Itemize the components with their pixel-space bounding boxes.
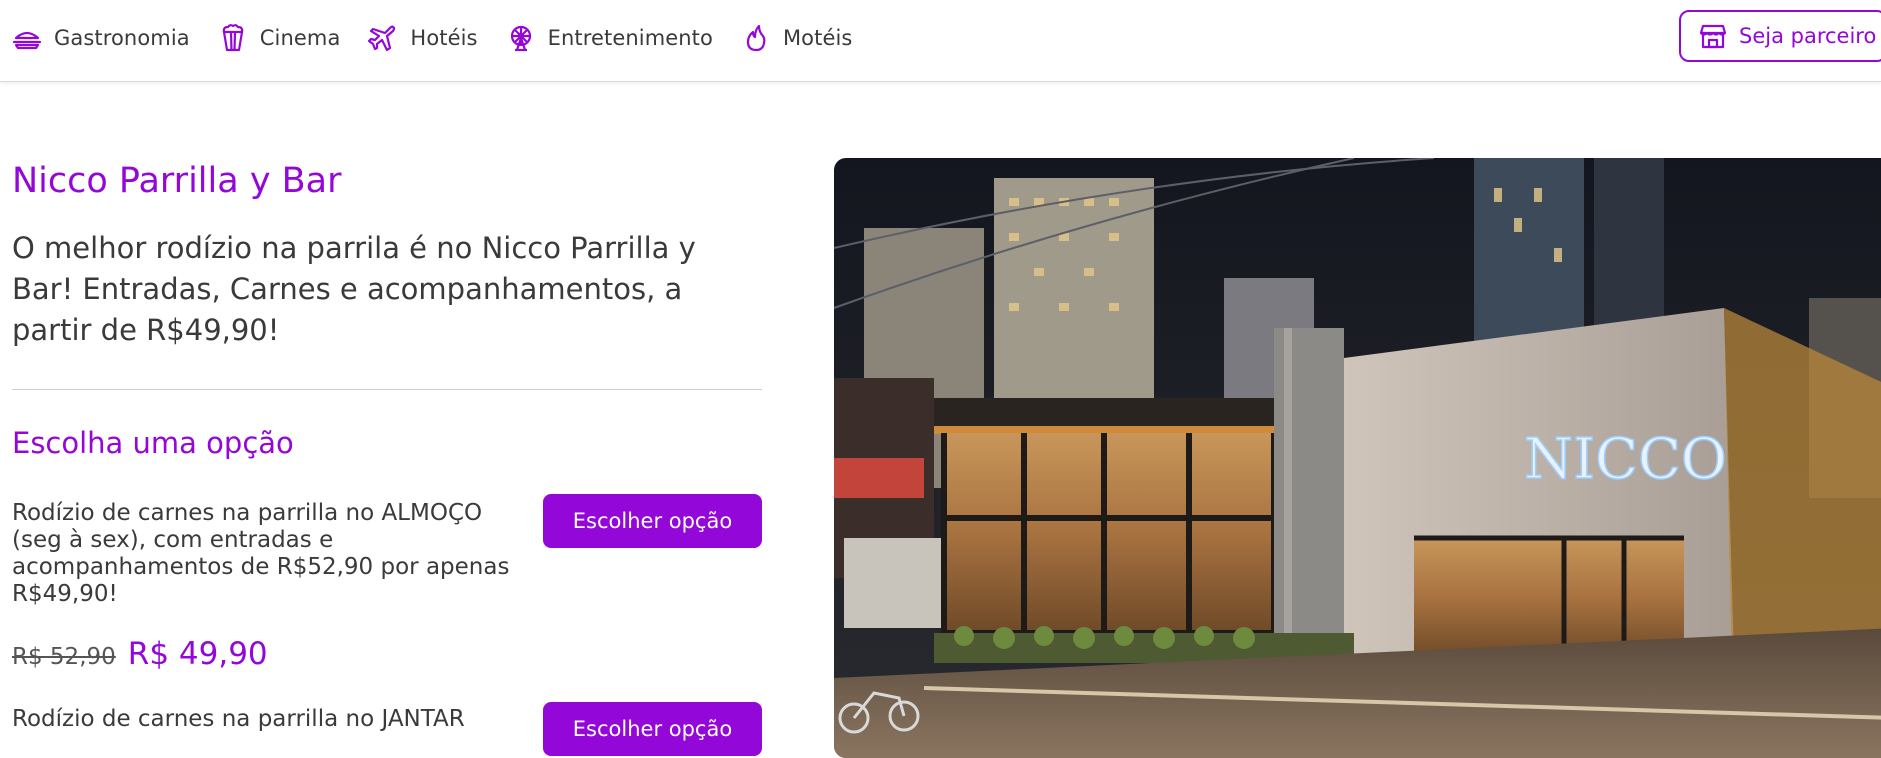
old-price: R$ 52,90 (12, 644, 116, 670)
nav-item-hoteis[interactable]: Hotéis (368, 23, 477, 53)
price-row: R$ 52,90 R$ 49,90 (12, 636, 762, 672)
option-description: Rodízio de carnes na parrilla no JANTAR (12, 706, 465, 732)
nav-item-entretenimento[interactable]: Entretenimento (506, 23, 713, 53)
nicco-sign: NICCO (1524, 427, 1727, 492)
top-navigation-bar: Gastronomia Cinema Hotéis Entretenimento (0, 0, 1881, 82)
offer-title: Nicco Parrilla y Bar (12, 161, 342, 201)
new-price: R$ 49,90 (127, 636, 268, 672)
nav-item-label: Gastronomia (54, 26, 190, 50)
partner-button[interactable]: Seja parceiro (1679, 10, 1881, 62)
nav-item-gastronomia[interactable]: Gastronomia (12, 23, 190, 53)
choose-option-button[interactable]: Escolher opção (543, 702, 762, 756)
nav-item-label: Entretenimento (547, 26, 713, 50)
restaurant-photo: NICCO (834, 158, 1881, 758)
restaurant-facade-image: NICCO (834, 158, 1881, 758)
nav-item-label: Motéis (782, 26, 853, 50)
nav-item-label: Hotéis (410, 26, 478, 50)
airplane-icon (368, 25, 396, 52)
choose-option-button[interactable]: Escolher opção (543, 494, 762, 548)
divider (12, 389, 762, 390)
store-icon (1699, 24, 1727, 49)
nav-item-cinema[interactable]: Cinema (218, 23, 341, 53)
flame-icon (746, 24, 766, 52)
option-item: Escolher opção Rodízio de carnes na parr… (12, 494, 762, 672)
offer-details: Nicco Parrilla y Bar O melhor rodízio na… (12, 150, 762, 756)
ferris-wheel-icon (510, 25, 531, 52)
food-tray-icon (12, 31, 42, 50)
offer-description: O melhor rodízio na parrila é no Nicco P… (12, 231, 696, 347)
partner-button-label: Seja parceiro (1739, 24, 1877, 48)
category-nav: Gastronomia Cinema Hotéis Entretenimento (12, 20, 880, 56)
option-item: Escolher opção Rodízio de carnes na parr… (12, 702, 762, 756)
nav-item-label: Cinema (259, 26, 341, 50)
options-heading: Escolha uma opção (12, 426, 294, 460)
popcorn-icon (222, 24, 244, 52)
nav-item-moteis[interactable]: Motéis (741, 23, 853, 53)
option-description: Rodízio de carnes na parrilla no ALMOÇO … (12, 500, 510, 607)
